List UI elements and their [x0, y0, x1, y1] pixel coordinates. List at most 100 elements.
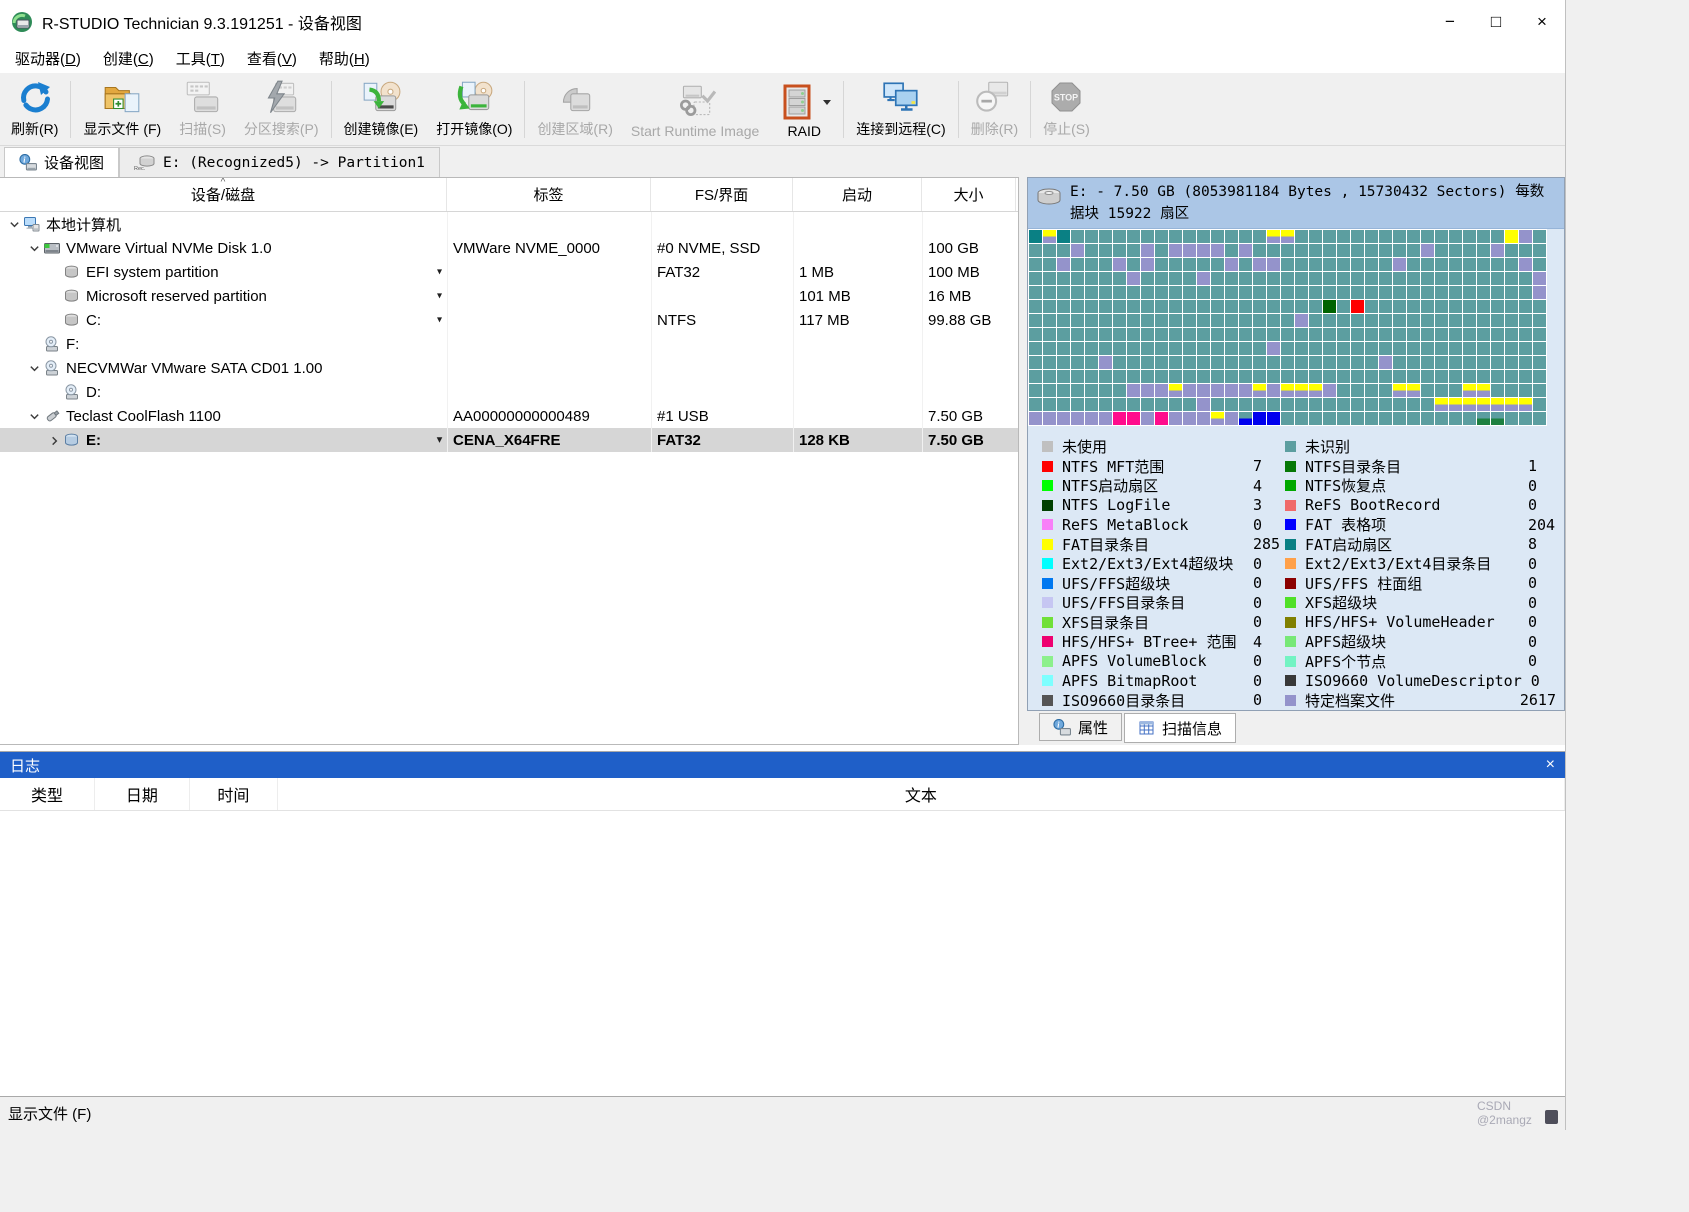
chevron-down-icon[interactable] [26, 243, 43, 254]
dropdown-arrow-icon[interactable] [823, 100, 831, 105]
map-block [1463, 314, 1476, 327]
map-block [1435, 314, 1448, 327]
map-block [1267, 398, 1280, 411]
menu-t[interactable]: 工具(T) [165, 44, 236, 73]
block-map[interactable] [1028, 229, 1547, 426]
cell-fs [651, 284, 793, 308]
device-row[interactable]: 本地计算机 [0, 212, 1018, 236]
chevron-right-icon[interactable] [46, 435, 63, 446]
legend-row: 特定档案文件2617 [1285, 691, 1560, 711]
column-header-4[interactable]: 启动 [793, 178, 922, 211]
map-block [1029, 328, 1042, 341]
legend-row: FAT启动扇区8 [1285, 535, 1560, 555]
column-header-2[interactable]: 标签 [447, 178, 651, 211]
map-block [1533, 300, 1546, 313]
map-block [1533, 370, 1546, 383]
log-column-1[interactable]: 类型 [0, 778, 95, 810]
legend-count: 2617 [1520, 691, 1560, 709]
column-header-3[interactable]: FS/界面 [651, 178, 793, 211]
device-row[interactable]: NECVMWar VMware SATA CD01 1.00 [0, 356, 1018, 380]
map-block [1295, 384, 1308, 397]
column-header-5[interactable]: 大小 [922, 178, 1016, 211]
row-dropdown-icon[interactable]: ▾ [437, 435, 442, 446]
view-tab-1[interactable]: i设备视图 [4, 147, 119, 177]
device-row[interactable]: D: [0, 380, 1018, 404]
map-block [1057, 412, 1070, 425]
toolbar-separator [70, 81, 71, 138]
panel-tab-1[interactable]: i属性 [1039, 713, 1122, 741]
log-column-4[interactable]: 文本 [278, 778, 1565, 810]
scan-info-icon [1138, 720, 1155, 736]
row-dropdown-icon[interactable]: ▾ [437, 291, 442, 302]
device-row[interactable]: EFI system partition▾FAT321 MB100 MB [0, 260, 1018, 284]
map-block [1379, 370, 1392, 383]
map-block [1113, 258, 1126, 271]
window-title: R-STUDIO Technician 9.3.191251 - 设备视图 [42, 10, 362, 34]
map-block [1407, 342, 1420, 355]
usb-icon [43, 408, 64, 424]
legend-row: ISO9660目录条目0 [1042, 691, 1285, 711]
map-block [1211, 286, 1224, 299]
map-block [1085, 412, 1098, 425]
map-block [1281, 244, 1294, 257]
legend-row: XFS超级块0 [1285, 593, 1560, 613]
map-block [1337, 286, 1350, 299]
chevron-down-icon[interactable] [26, 411, 43, 422]
minimize-button[interactable]: − [1427, 0, 1473, 44]
map-block [1155, 230, 1168, 243]
menu-d[interactable]: 驱动器(D) [4, 44, 92, 73]
menu-h[interactable]: 帮助(H) [308, 44, 381, 73]
map-block [1197, 398, 1210, 411]
menu-v[interactable]: 查看(V) [236, 44, 308, 73]
map-block [1505, 230, 1518, 243]
log-close-icon[interactable]: × [1546, 756, 1555, 774]
log-column-3[interactable]: 时间 [190, 778, 278, 810]
map-block [1113, 356, 1126, 369]
map-block [1141, 272, 1154, 285]
panel-tab-2[interactable]: 扫描信息 [1124, 713, 1236, 743]
panel-splitter[interactable] [1019, 177, 1027, 745]
view-tab-2[interactable]: Rec.E: (Recognized5) -> Partition1 [119, 147, 440, 177]
map-block [1239, 412, 1252, 425]
legend-count: 204 [1528, 516, 1560, 534]
device-row[interactable]: Microsoft reserved partition▾101 MB16 MB [0, 284, 1018, 308]
map-block [1407, 230, 1420, 243]
map-block [1379, 272, 1392, 285]
open-image-button[interactable]: 打开镜像(O) [427, 76, 521, 143]
device-row[interactable]: E:▾CENA_X64FREFAT32128 KB7.50 GB [0, 428, 1018, 452]
device-row[interactable]: F: [0, 332, 1018, 356]
legend-row: APFS个节点0 [1285, 652, 1560, 672]
map-block [1267, 328, 1280, 341]
create-image-button[interactable]: 创建镜像(E) [335, 76, 428, 143]
raid-button[interactable]: RAID [768, 76, 840, 143]
show-files-button[interactable]: 显示文件 (F) [74, 76, 170, 143]
legend-left-column: 未使用NTFS MFT范围7NTFS启动扇区4NTFS LogFile3ReFS… [1042, 437, 1285, 710]
map-block [1449, 300, 1462, 313]
device-row[interactable]: C:▾NTFS117 MB99.88 GB [0, 308, 1018, 332]
maximize-button[interactable]: □ [1473, 0, 1519, 44]
close-button[interactable]: × [1519, 0, 1565, 44]
row-dropdown-icon[interactable]: ▾ [437, 315, 442, 326]
map-block [1309, 286, 1322, 299]
column-header-1[interactable]: ^设备/磁盘 [0, 178, 447, 211]
log-column-2[interactable]: 日期 [95, 778, 190, 810]
connect-remote-button[interactable]: 连接到远程(C) [847, 76, 954, 143]
chevron-down-icon[interactable] [26, 363, 43, 374]
map-block [1127, 328, 1140, 341]
row-dropdown-icon[interactable]: ▾ [437, 267, 442, 278]
map-block [1071, 412, 1084, 425]
cell-boot: 1 MB [793, 260, 922, 284]
map-block [1057, 258, 1070, 271]
map-block [1155, 258, 1168, 271]
map-block [1435, 244, 1448, 257]
toolbar-label: 连接到远程(C) [856, 119, 945, 139]
map-block [1393, 300, 1406, 313]
map-block [1253, 412, 1266, 425]
device-row[interactable]: Teclast CoolFlash 1100AA00000000000489#1… [0, 404, 1018, 428]
menu-c[interactable]: 创建(C) [92, 44, 165, 73]
map-block [1281, 370, 1294, 383]
device-row[interactable]: VMware Virtual NVMe Disk 1.0VMWare NVME_… [0, 236, 1018, 260]
refresh-button[interactable]: 刷新(R) [2, 76, 67, 143]
chevron-down-icon[interactable] [6, 219, 23, 230]
map-block [1365, 258, 1378, 271]
